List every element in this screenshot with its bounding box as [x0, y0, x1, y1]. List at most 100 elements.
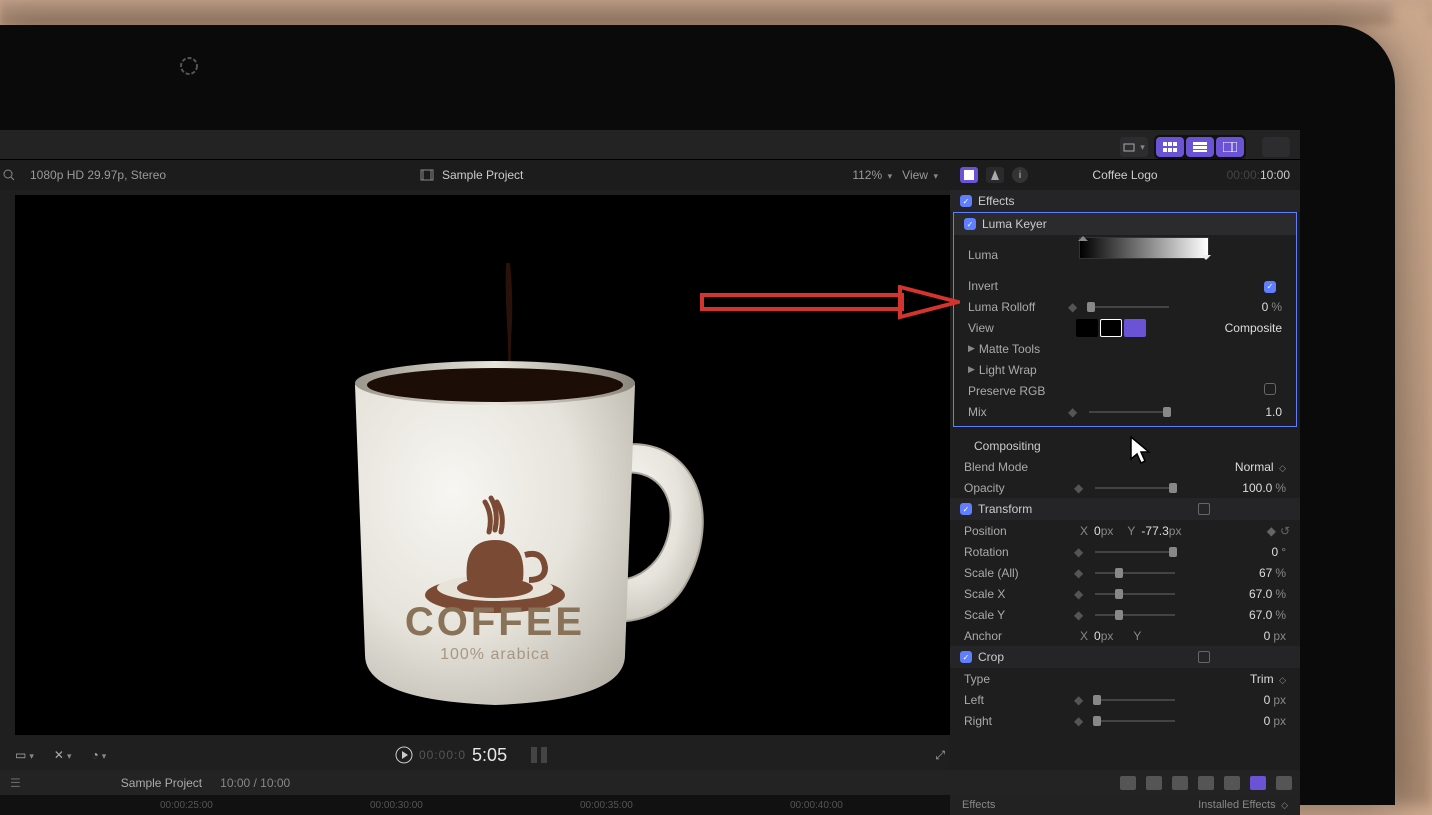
rolloff-slider[interactable] [1089, 306, 1169, 308]
scale-all-value[interactable]: 67% [1259, 566, 1286, 580]
effects-tab[interactable]: Effects [962, 799, 995, 811]
crop-left-value[interactable]: 0px [1264, 693, 1286, 707]
play-icon[interactable] [395, 746, 413, 764]
viewer-toolbar: ▭▾ ✕▾ ◔▾ 00:00:05:05 ⤢ [15, 740, 950, 770]
scale-x-slider[interactable] [1095, 593, 1175, 595]
preserve-rgb-label: Preserve RGB [968, 384, 1068, 398]
view-mode-buttons[interactable] [1076, 319, 1146, 337]
timeline-index-icon[interactable]: ☰ [10, 776, 21, 790]
timeline-ruler[interactable]: 00:00:25:00 00:00:30:00 00:00:35:00 00:0… [0, 795, 950, 815]
keyframe-icon[interactable]: ◆ [1074, 714, 1083, 728]
effects-browser-icon[interactable] [1250, 776, 1266, 790]
ruler-mark: 00:00:30:00 [370, 800, 423, 811]
position-y-value[interactable]: -77.3 [1141, 524, 1168, 538]
mix-slider[interactable] [1089, 411, 1169, 413]
keyframe-icon[interactable]: ◆ [1074, 587, 1083, 601]
layout-browser-button[interactable] [1156, 137, 1184, 157]
transform-header[interactable]: ✓Transform [950, 498, 1300, 520]
rotation-slider[interactable] [1095, 551, 1175, 553]
reset-icon[interactable]: ↺ [1280, 524, 1290, 538]
layout-timeline-button[interactable] [1186, 137, 1214, 157]
scale-x-value[interactable]: 67.0% [1249, 587, 1286, 601]
position-x-value[interactable]: 0 [1094, 524, 1101, 538]
matte-tools-row[interactable]: ▶Matte Tools [954, 338, 1296, 359]
skimming-icon[interactable] [1120, 776, 1136, 790]
pause-icon[interactable] [528, 745, 550, 765]
ruler-mark: 00:00:40:00 [790, 800, 843, 811]
tools-menu[interactable]: ✕▾ [54, 748, 72, 762]
layout-switcher[interactable] [1154, 135, 1246, 159]
crop-reset-icon[interactable] [1198, 651, 1210, 663]
ruler-mark: 00:00:25:00 [160, 800, 213, 811]
opacity-slider[interactable] [1095, 487, 1175, 489]
inspector-tab-video[interactable] [960, 167, 978, 183]
keyframe-icon[interactable]: ◆ [1068, 405, 1077, 419]
preview-icon[interactable] [1224, 776, 1240, 790]
luma-keyer-header[interactable]: ✓Luma Keyer [954, 213, 1296, 235]
compositing-header: Compositing [950, 435, 1300, 456]
crop-checkbox[interactable]: ✓ [960, 651, 972, 663]
timeline-duration: 10:00 / 10:00 [220, 776, 290, 790]
import-button[interactable]: ▾ [1120, 137, 1148, 157]
preserve-rgb-checkbox[interactable] [1264, 383, 1276, 395]
crop-left-slider[interactable] [1095, 699, 1175, 701]
fullscreen-icon[interactable]: ⤢ [935, 748, 945, 763]
keyframe-icon[interactable]: ◆ [1074, 693, 1083, 707]
project-title: Sample Project [442, 168, 523, 182]
installed-effects-dropdown[interactable]: Installed Effects ◇ [1198, 799, 1288, 811]
retime-menu[interactable]: ◔▾ [91, 748, 106, 762]
keyframe-icon[interactable]: ◆ [1074, 545, 1083, 559]
scale-y-value[interactable]: 67.0% [1249, 608, 1286, 622]
crop-right-slider[interactable] [1095, 720, 1175, 722]
transform-reset-icon[interactable] [1198, 503, 1210, 515]
effects-section-header[interactable]: ✓Effects [950, 190, 1300, 212]
anchor-y-value[interactable]: 0px [1264, 629, 1286, 643]
timeline-title: Sample Project [121, 776, 202, 790]
effects-enable-checkbox[interactable]: ✓ [960, 195, 972, 207]
position-label: Position [964, 524, 1074, 538]
blend-dropdown[interactable]: Normal ◇ [1235, 460, 1286, 474]
mug-graphic: COFFEE 100% arabica [325, 315, 745, 740]
keyframe-icon[interactable]: ◆ [1074, 566, 1083, 580]
keyframe-icon[interactable]: ◆ [1267, 524, 1276, 538]
rotation-value[interactable]: 0° [1272, 545, 1287, 559]
mix-value[interactable]: 1.0 [1265, 405, 1282, 419]
luma-gradient-slider[interactable] [1079, 237, 1209, 259]
transitions-icon[interactable] [1276, 776, 1292, 790]
search-icon[interactable] [2, 168, 16, 182]
transform-checkbox[interactable]: ✓ [960, 503, 972, 515]
crop-left-label: Left [964, 693, 1074, 707]
luma-keyer-checkbox[interactable]: ✓ [964, 218, 976, 230]
rolloff-value[interactable]: 0% [1262, 300, 1282, 314]
viewer-infobar: 1080p HD 29.97p, Stereo Sample Project 1… [0, 160, 950, 190]
opacity-value[interactable]: 100.0% [1242, 481, 1286, 495]
view-label: View [968, 321, 1068, 335]
invert-checkbox[interactable]: ✓ [1264, 281, 1276, 293]
crop-right-label: Right [964, 714, 1074, 728]
project-bar: ☰ Sample Project 10:00 / 10:00 [0, 770, 1300, 795]
viewer-canvas[interactable]: COFFEE 100% arabica [15, 195, 950, 735]
view-dropdown[interactable]: View ▾ [902, 168, 938, 182]
inspector-tab-color[interactable] [986, 167, 1004, 183]
scale-y-slider[interactable] [1095, 614, 1175, 616]
aspect-menu[interactable]: ▭▾ [15, 748, 34, 762]
keyframe-icon[interactable]: ◆ [1068, 300, 1077, 314]
scale-all-slider[interactable] [1095, 572, 1175, 574]
solo-icon[interactable] [1172, 776, 1188, 790]
effects-browser-bar: Effects Installed Effects ◇ [950, 795, 1300, 815]
crop-right-value[interactable]: 0px [1264, 714, 1286, 728]
keyframe-icon[interactable]: ◆ [1074, 608, 1083, 622]
light-wrap-row[interactable]: ▶Light Wrap [954, 359, 1296, 380]
snap-icon[interactable] [1198, 776, 1214, 790]
rotation-label: Rotation [964, 545, 1074, 559]
keyframe-icon[interactable]: ◆ [1074, 481, 1083, 495]
mug-text: COFFEE [405, 600, 585, 644]
inspector-tab-info[interactable]: i [1012, 167, 1028, 183]
audio-skim-icon[interactable] [1146, 776, 1162, 790]
crop-header[interactable]: ✓Crop [950, 646, 1300, 668]
anchor-x-value[interactable]: 0 [1094, 629, 1101, 643]
share-button[interactable] [1262, 137, 1290, 157]
zoom-dropdown[interactable]: 112% ▾ [852, 168, 892, 182]
layout-inspector-button[interactable] [1216, 137, 1244, 157]
crop-type-dropdown[interactable]: Trim ◇ [1250, 672, 1286, 686]
